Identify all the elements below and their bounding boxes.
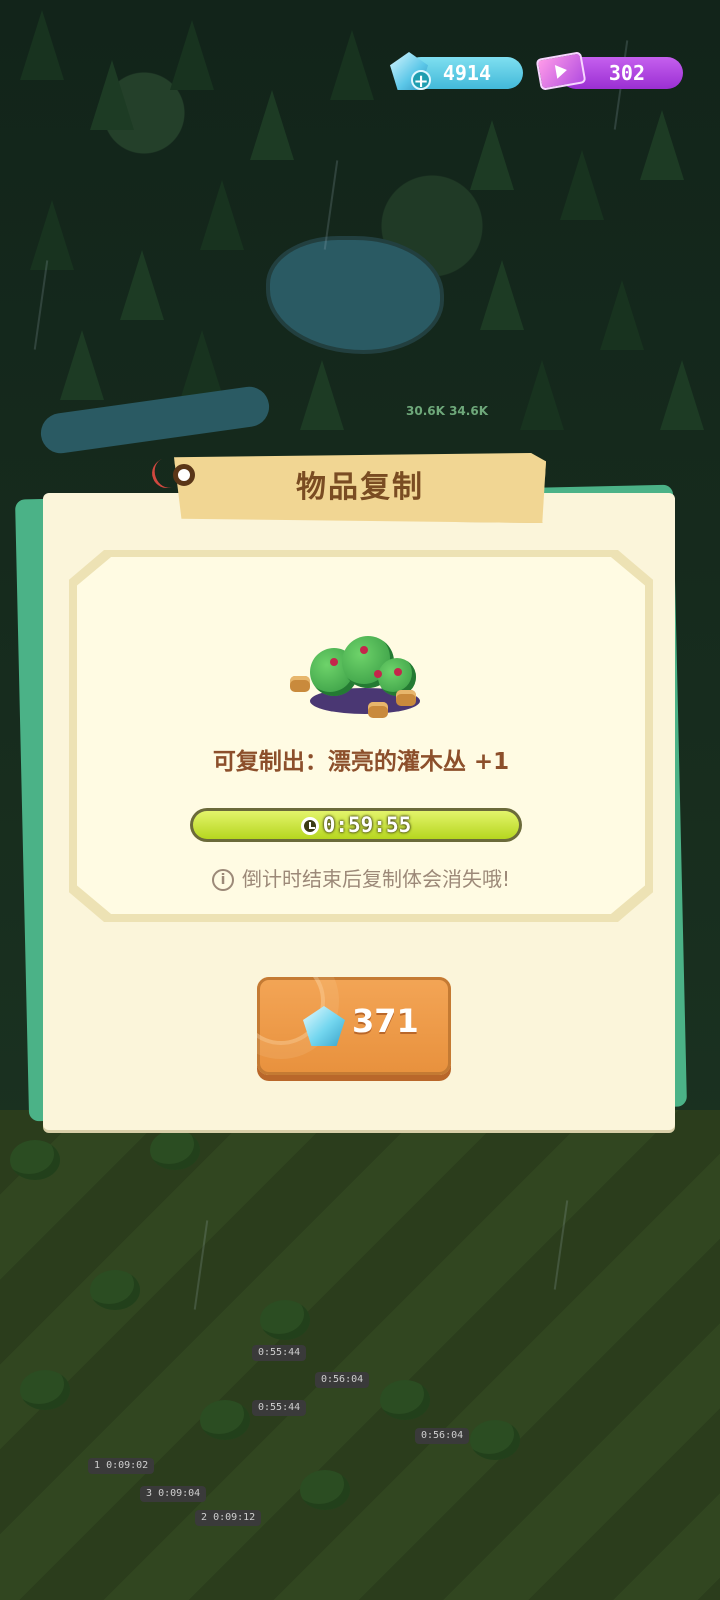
queue-timer: 3 0:09:04 [140, 1486, 207, 1502]
pine-tree [660, 360, 704, 430]
pine-tree [90, 60, 134, 130]
bush [150, 1130, 200, 1170]
pine-tree [200, 180, 244, 250]
bush [200, 1400, 250, 1440]
queue-number: 3 [146, 1488, 153, 1499]
pine-tree [480, 260, 524, 330]
berry [374, 670, 382, 678]
queue-timer: 1 0:09:02 [88, 1458, 155, 1474]
signpost: 30.6K 34.6K [406, 404, 488, 418]
expiry-notice: i 倒计时结束后复制体会消失哦! [77, 863, 645, 892]
clock-icon [300, 817, 319, 835]
queue-number: 2 [201, 1512, 208, 1523]
tree-stump [290, 676, 310, 692]
tree-stump [368, 702, 388, 718]
queue-timer: 2 0:09:12 [195, 1510, 262, 1526]
pretty-bush-icon [290, 628, 430, 728]
building-timer: 0:55:44 [252, 1345, 307, 1361]
pine-tree [20, 10, 64, 80]
bush [380, 1380, 430, 1420]
pine-tree [30, 200, 74, 270]
bush [20, 1370, 70, 1410]
item-card [77, 557, 645, 914]
ticket-count: 302 [608, 61, 645, 85]
add-gems-plus-icon[interactable]: + [411, 70, 431, 91]
copy-timer: 0:59:55 [190, 808, 522, 842]
berry [360, 646, 368, 654]
pine-tree [170, 20, 214, 90]
grass-field [0, 1110, 720, 1600]
tree-stump [396, 690, 416, 706]
pine-tree [250, 90, 294, 160]
bush [10, 1140, 60, 1180]
pine-tree [640, 110, 684, 180]
queue-time: 0:09:12 [213, 1512, 256, 1523]
bush [300, 1470, 350, 1510]
pine-tree [330, 30, 374, 100]
queue-number: 1 [94, 1460, 101, 1471]
pine-tree [470, 120, 514, 190]
gem-count: 4914 [442, 61, 491, 85]
bush [470, 1420, 520, 1460]
pine-tree [300, 360, 344, 430]
pine-tree [60, 330, 104, 400]
pine-tree [560, 150, 604, 220]
building-timer: 0:56:04 [415, 1428, 470, 1444]
queue-time: 0:09:02 [106, 1460, 149, 1471]
pine-tree [180, 330, 224, 400]
signpost-text: 30.6K 34.6K [406, 404, 488, 418]
gem-price: 371 [352, 1002, 419, 1040]
building-timer: 0:56:04 [315, 1372, 370, 1388]
pine-tree [520, 360, 564, 430]
pine-tree [600, 280, 644, 350]
berry [330, 658, 338, 666]
copy-result-label: 可复制出：漂亮的灌木丛 +1 [212, 749, 510, 775]
building-timer: 0:55:44 [252, 1400, 307, 1416]
info-icon: i [211, 869, 234, 891]
dialog-title: 物品复制 [296, 470, 424, 505]
copy-timer-text: 0:59:55 [322, 813, 412, 837]
pine-tree [120, 250, 164, 320]
queue-time: 0:09:04 [158, 1488, 201, 1499]
bush [260, 1300, 310, 1340]
berry [394, 668, 402, 676]
bush [90, 1270, 140, 1310]
expiry-notice-text: 倒计时结束后复制体会消失哦! [241, 867, 511, 891]
forest-lake [270, 240, 440, 350]
